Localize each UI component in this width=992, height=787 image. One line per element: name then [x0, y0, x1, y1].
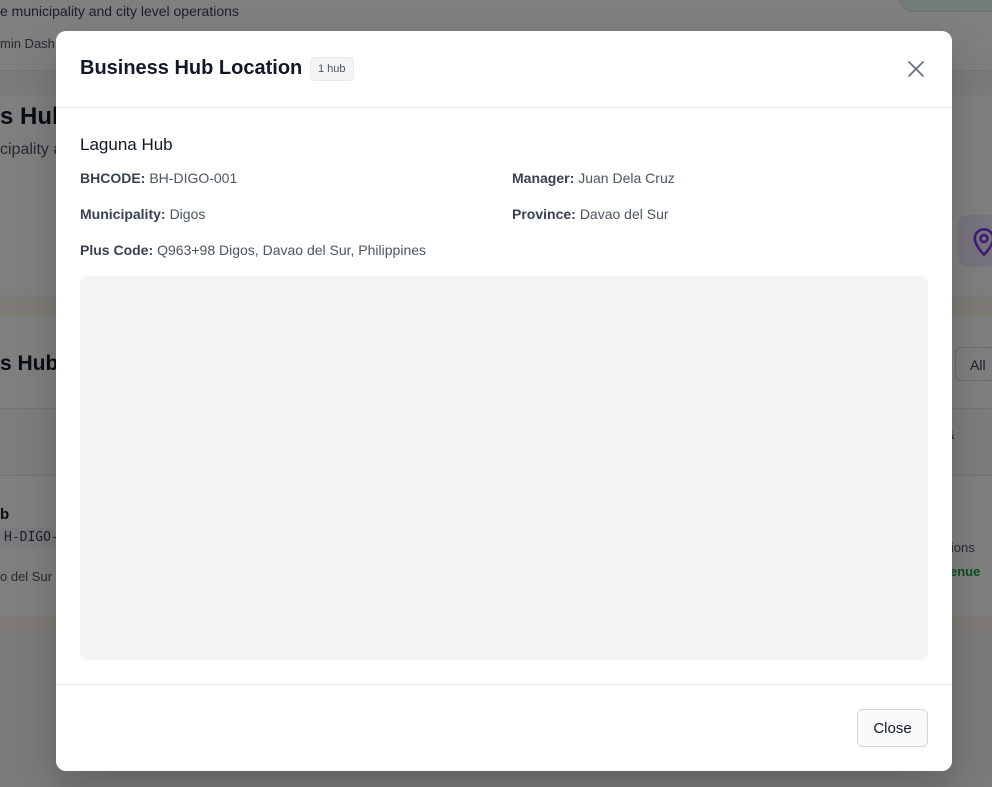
plus-code-label: Plus Code:: [80, 242, 154, 258]
map-container[interactable]: [80, 276, 928, 660]
modal-title: Business Hub Location: [80, 57, 303, 79]
province-field: Province: Davao del Sur: [512, 206, 669, 222]
province-value: Davao del Sur: [579, 206, 669, 222]
municipality-field: Municipality: Digos: [80, 206, 205, 222]
bhcode-label: BHCODE:: [80, 170, 146, 186]
business-hub-location-modal: Business Hub Location 1 hub Laguna Hub B…: [56, 31, 952, 771]
municipality-label: Municipality:: [80, 206, 166, 222]
province-label: Province:: [512, 206, 576, 222]
plus-code-value: Q963+98 Digos, Davao del Sur, Philippine…: [157, 242, 427, 258]
close-button[interactable]: Close: [857, 709, 928, 747]
bhcode-field: BHCODE: BH-DIGO-001: [80, 170, 237, 186]
manager-value: Juan Dela Cruz: [578, 170, 675, 186]
modal-footer: Close: [56, 684, 952, 771]
plus-code-field: Plus Code: Q963+98 Digos, Davao del Sur, …: [80, 242, 426, 258]
manager-field: Manager: Juan Dela Cruz: [512, 170, 675, 186]
manager-label: Manager:: [512, 170, 575, 186]
hub-name: Laguna Hub: [80, 135, 173, 154]
municipality-value: Digos: [169, 206, 206, 222]
modal-header: Business Hub Location 1 hub: [56, 31, 952, 108]
close-icon[interactable]: [902, 55, 930, 83]
hub-count-badge: 1 hub: [310, 57, 354, 81]
bhcode-value: BH-DIGO-001: [149, 170, 238, 186]
